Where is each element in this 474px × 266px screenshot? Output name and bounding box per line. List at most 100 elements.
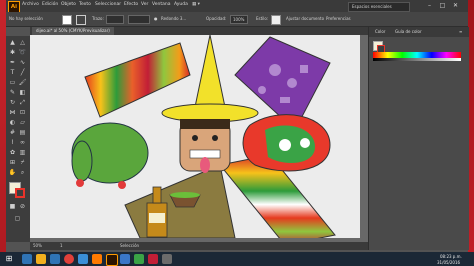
guacamole xyxy=(170,192,200,198)
taskbar-app4-icon[interactable] xyxy=(148,254,158,264)
artboard-tool-icon[interactable]: ⊞ xyxy=(8,158,17,167)
menu-edicion[interactable]: Edición xyxy=(42,2,58,7)
tongue xyxy=(200,157,210,173)
taskbar-time: 08:23 p.m. xyxy=(440,254,462,259)
fill-swatch[interactable] xyxy=(62,15,72,25)
cactus-arm xyxy=(71,140,93,182)
lasso-tool-icon[interactable]: ➰ xyxy=(18,48,27,57)
type-tool-icon[interactable]: T xyxy=(8,68,17,77)
tab-color-guide[interactable]: Guía de color xyxy=(395,29,422,34)
taskbar-app3-icon[interactable] xyxy=(134,254,144,264)
hair xyxy=(180,119,230,129)
taskbar-illustrator-icon[interactable] xyxy=(106,254,118,266)
ornament-dot-2 xyxy=(300,138,310,148)
stroke-label: Trazo: xyxy=(92,16,104,21)
curvature-tool-icon[interactable]: ∿ xyxy=(18,58,27,67)
preferences-button[interactable]: Preferencias xyxy=(326,16,351,21)
taskbar-ie-icon[interactable] xyxy=(50,254,60,264)
menu-archivo[interactable]: Archivo xyxy=(22,2,39,7)
zoom-tool-icon[interactable]: ⌕ xyxy=(18,168,27,177)
grayscale-ramp[interactable] xyxy=(373,58,461,61)
symbol-sprayer-tool-icon[interactable]: ✿ xyxy=(8,148,17,157)
document-tab-bar: dijeo.ai* al 50% (CMYK/Previsualizar) xyxy=(30,27,368,35)
selection-tool-icon[interactable]: ▲ xyxy=(8,38,17,47)
taskbar-explorer-icon[interactable] xyxy=(22,254,32,264)
document-tab[interactable]: dijeo.ai* al 50% (CMYK/Previsualizar) xyxy=(32,27,114,35)
start-button-icon[interactable]: ⊞ xyxy=(4,254,14,264)
zoom-level[interactable]: 50% xyxy=(33,243,42,248)
minimize-button[interactable]: – xyxy=(424,1,435,10)
direct-selection-tool-icon[interactable]: △ xyxy=(18,38,27,47)
gradient-tool-icon[interactable]: ▤ xyxy=(18,128,27,137)
opacity-dropdown[interactable]: 100% xyxy=(230,15,248,24)
selection-status: No hay selección xyxy=(9,16,43,21)
menu-ayuda[interactable]: Ayuda xyxy=(174,2,188,7)
hand-tool-icon[interactable]: ✋ xyxy=(8,168,17,177)
mesh-tool-icon[interactable]: # xyxy=(8,128,17,137)
mouth xyxy=(189,149,221,159)
artboard-number[interactable]: 1 xyxy=(60,243,63,248)
artboard[interactable] xyxy=(30,35,360,238)
scale-tool-icon[interactable]: ⤢ xyxy=(18,98,27,107)
line-tool-icon[interactable]: ╱ xyxy=(18,68,27,77)
control-bar: No hay selección Trazo: ● Redondo 3... O… xyxy=(6,12,468,27)
menu-efecto[interactable]: Efecto xyxy=(124,2,138,7)
left-eye xyxy=(192,135,198,141)
current-tool-status: Selección xyxy=(120,243,140,248)
slice-tool-icon[interactable]: ⌿ xyxy=(18,158,27,167)
stroke-swatch[interactable] xyxy=(76,15,86,25)
graph-tool-icon[interactable]: ▥ xyxy=(18,148,27,157)
style-label: Estilo: xyxy=(256,16,269,21)
screen-mode-icon[interactable]: ▢ xyxy=(13,214,22,223)
menu-ventana[interactable]: Ventana xyxy=(152,2,170,7)
eyedropper-tool-icon[interactable]: ⌇ xyxy=(8,138,17,147)
taskbar-app2-icon[interactable] xyxy=(120,254,130,264)
eraser-tool-icon[interactable]: ◧ xyxy=(18,88,27,97)
free-transform-tool-icon[interactable]: ⊡ xyxy=(18,108,27,117)
paintbrush-tool-icon[interactable]: 🖌 xyxy=(18,78,27,87)
taskbar-firefox-icon[interactable] xyxy=(92,254,102,264)
stroke-weight-dropdown[interactable] xyxy=(106,15,124,24)
sombrero-crown xyxy=(194,35,226,108)
none-mode-icon[interactable]: ⊘ xyxy=(18,202,27,211)
menu-texto[interactable]: Texto xyxy=(79,2,91,7)
color-mode-icon[interactable]: ■ xyxy=(8,202,17,211)
workspace-switcher[interactable]: Espacios esenciales xyxy=(348,2,410,12)
taskbar-date: 31/05/2016 xyxy=(437,260,461,265)
menu-objeto[interactable]: Objeto xyxy=(61,2,76,7)
rotate-tool-icon[interactable]: ↻ xyxy=(8,98,17,107)
variable-width-dropdown[interactable] xyxy=(128,15,150,24)
canvas-area[interactable] xyxy=(30,35,368,242)
tools-panel: ▲ △ ✱ ➰ ✒ ∿ T ╱ ▭ 🖌 ✎ ◧ ↻ ⤢ ⋈ ⊡ ◐ ▱ # ▤ … xyxy=(6,36,31,242)
shape-builder-tool-icon[interactable]: ◐ xyxy=(8,118,17,127)
rectangle-tool-icon[interactable]: ▭ xyxy=(8,78,17,87)
taskbar-chrome-icon[interactable] xyxy=(64,254,74,264)
serape-top-left xyxy=(84,42,191,118)
stroke-color-swatch[interactable] xyxy=(15,188,25,198)
taskbar-app5-icon[interactable] xyxy=(162,254,172,264)
brush-label[interactable]: Redondo 3... xyxy=(161,16,186,21)
width-tool-icon[interactable]: ⋈ xyxy=(8,108,17,117)
tab-color[interactable]: Color xyxy=(375,29,385,34)
blend-tool-icon[interactable]: ∞ xyxy=(18,138,27,147)
pen-tool-icon[interactable]: ✒ xyxy=(8,58,17,67)
ornament-dot-1 xyxy=(279,139,291,151)
panel-menu-icon[interactable]: ≡ xyxy=(459,29,462,34)
right-eye xyxy=(212,135,218,141)
menu-seleccionar[interactable]: Seleccionar xyxy=(95,2,121,7)
window-controls: – □ ✕ xyxy=(424,1,464,11)
pencil-tool-icon[interactable]: ✎ xyxy=(8,88,17,97)
close-button[interactable]: ✕ xyxy=(450,1,461,10)
magic-wand-tool-icon[interactable]: ✱ xyxy=(8,48,17,57)
taskbar-folder-icon[interactable] xyxy=(36,254,46,264)
document-setup-button[interactable]: Ajustar documento xyxy=(286,16,324,21)
maximize-button[interactable]: □ xyxy=(437,1,448,10)
perspective-tool-icon[interactable]: ▱ xyxy=(18,118,27,127)
taskbar-app-icon[interactable] xyxy=(78,254,88,264)
opacity-value: 100% xyxy=(233,17,245,22)
style-swatch[interactable] xyxy=(271,15,281,25)
workspace-icon[interactable]: ▦ ▾ xyxy=(192,2,200,7)
bottle-neck xyxy=(152,186,162,204)
cactus-flower-1 xyxy=(76,179,84,187)
menu-ver[interactable]: Ver xyxy=(141,2,148,7)
